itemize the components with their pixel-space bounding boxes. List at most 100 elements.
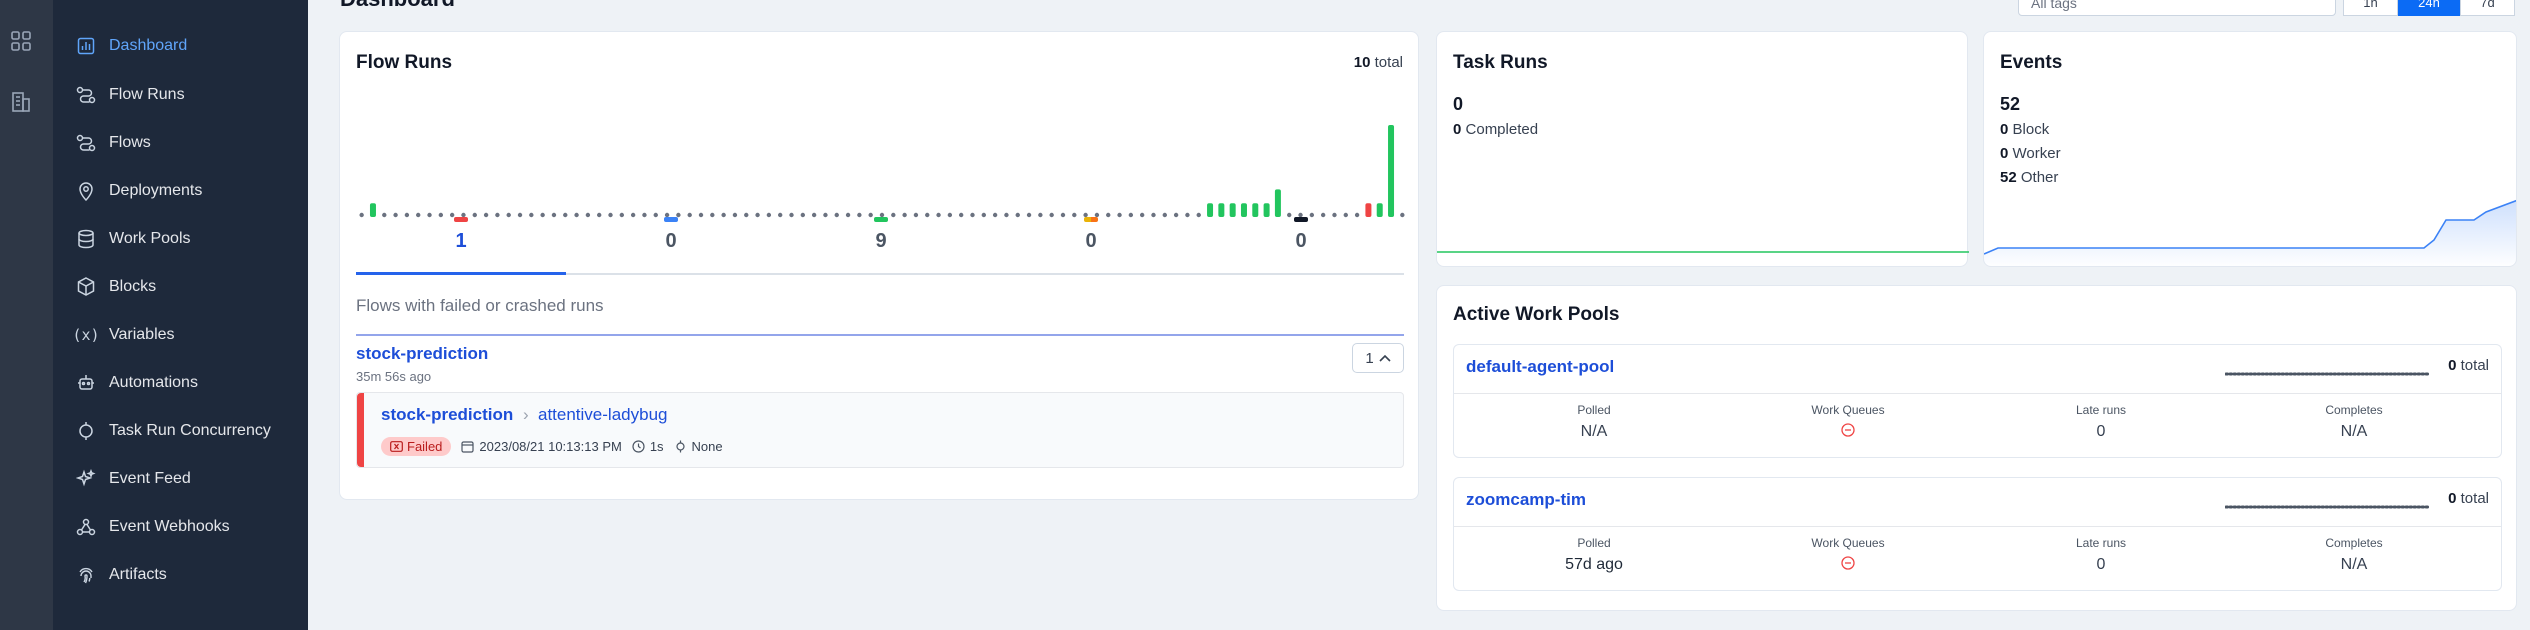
flow-last-run-time: 35m 56s ago [356, 369, 432, 384]
warning-circle-icon [1748, 556, 1948, 575]
sidebar-item-label: Blocks [109, 278, 157, 295]
pool-late-runs: Late runs 0 [2075, 403, 2127, 440]
chevron-up-icon [1379, 354, 1391, 362]
pool-divider [1454, 393, 2501, 394]
sidebar-item-flow-runs[interactable]: Flow Runs [75, 77, 295, 113]
concurrency-icon [75, 420, 97, 442]
histogram-bar[interactable] [369, 203, 376, 217]
failed-x-icon [390, 441, 403, 452]
flow-run-row[interactable]: stock-prediction › attentive-ladybug Fai… [356, 392, 1404, 468]
work-pools-card: Active Work Pools default-agent-pool 0 t… [1436, 285, 2517, 611]
building-icon[interactable] [10, 91, 32, 113]
histogram-bar[interactable] [1365, 203, 1372, 217]
pool-activity-dots [2225, 505, 2429, 509]
database-icon [75, 228, 97, 250]
flow-link[interactable]: stock-prediction [356, 344, 488, 364]
sidebar-item-label: Event Feed [109, 470, 191, 487]
sidebar-item-dashboard[interactable]: Dashboard [75, 28, 295, 64]
tab-running[interactable]: 0 [566, 217, 776, 281]
pool-completes: Completes N/A [2325, 536, 2383, 573]
expand-runs-button[interactable]: 1 [1352, 343, 1404, 373]
pool-polled: Polled 57d ago [1565, 536, 1623, 573]
failed-state-mark [454, 217, 468, 222]
histogram-bar[interactable] [1252, 203, 1259, 217]
failed-count: 1 [455, 230, 467, 252]
flow-runs-icon [75, 84, 97, 106]
location-pin-icon [75, 180, 97, 202]
histogram-bar[interactable] [1274, 189, 1281, 217]
histogram-bar[interactable] [1376, 203, 1383, 217]
range-1h-button[interactable]: 1h [2343, 0, 2398, 16]
work-pool-total: 0 total [2448, 490, 2489, 507]
sidebar-item-variables[interactable]: (x) Variables [72, 317, 295, 353]
range-24h-button[interactable]: 24h [2398, 0, 2460, 16]
robot-icon [75, 372, 97, 394]
events-total: 52 [2000, 94, 2021, 114]
tab-completed[interactable]: 9 [776, 217, 986, 281]
pool-late-runs: Late runs 0 [2075, 536, 2127, 573]
range-7d-button[interactable]: 7d [2460, 0, 2515, 16]
flow-runs-title: Flow Runs [356, 52, 453, 73]
work-pool-card: zoomcamp-tim 0 total Polled 57d ago Work … [1453, 477, 2502, 591]
histogram-bar[interactable] [1388, 125, 1395, 217]
fingerprint-icon [75, 564, 97, 586]
sidebar-item-task-run-concurrency[interactable]: Task Run Concurrency [75, 413, 295, 449]
sidebar-item-event-feed[interactable]: Event Feed [75, 461, 295, 497]
histogram-bar[interactable] [1207, 203, 1214, 217]
histogram-bar[interactable] [1229, 203, 1236, 217]
dashboard-icon [75, 35, 97, 57]
tab-cancelled[interactable]: 0 [1196, 217, 1406, 281]
sidebar-item-label: Event Webhooks [109, 518, 230, 535]
run-duration: 1s [632, 439, 664, 454]
tag-filter-select[interactable]: All tags [2018, 0, 2336, 16]
grid-icon[interactable] [10, 30, 32, 52]
events-card: Events 52 0 Block 0 Worker 52 Other [1983, 31, 2517, 267]
flows-icon [75, 132, 97, 154]
run-name-link[interactable]: attentive-ladybug [538, 405, 667, 425]
calendar-icon [461, 441, 475, 453]
sidebar-item-deployments[interactable]: Deployments [75, 173, 295, 209]
completed-state-mark [874, 217, 888, 222]
run-flow-link[interactable]: stock-prediction [381, 405, 513, 425]
sidebar-item-label: Work Pools [109, 230, 191, 247]
runs-count: 1 [1365, 349, 1374, 367]
histogram-bar[interactable] [1263, 203, 1270, 217]
sidebar-item-label: Flow Runs [109, 86, 185, 103]
failed-flows-divider [356, 334, 1404, 336]
work-pool-card: default-agent-pool 0 total Polled N/A Wor… [1453, 344, 2502, 458]
sidebar-item-flows[interactable]: Flows [75, 125, 295, 161]
active-tab-indicator [356, 272, 566, 275]
icon-rail [0, 0, 53, 630]
time-range-group: 1h 24h 7d [2343, 0, 2515, 16]
task-runs-completed: 0 Completed [1453, 121, 1539, 138]
flow-runs-card: Flow Runs 10 total 1 0 9 0 0 Flows with … [339, 31, 1419, 500]
sidebar-item-artifacts[interactable]: Artifacts [75, 557, 295, 593]
task-runs-sparkline [1437, 251, 1969, 253]
sidebar-item-label: Task Run Concurrency [109, 422, 271, 439]
sidebar-item-work-pools[interactable]: Work Pools [75, 221, 295, 257]
work-pool-link[interactable]: zoomcamp-tim [1466, 490, 1586, 510]
histogram-bar[interactable] [1218, 203, 1225, 217]
running-state-mark [664, 217, 678, 222]
histogram-bar[interactable] [1240, 203, 1247, 217]
sidebar-item-blocks[interactable]: Blocks [75, 269, 295, 305]
sidebar-item-label: Variables [109, 326, 175, 343]
pool-work-queues: Work Queues [1748, 403, 1948, 442]
run-tags: None [674, 439, 723, 454]
work-pool-link[interactable]: default-agent-pool [1466, 357, 1614, 377]
work-pool-total: 0 total [2448, 357, 2489, 374]
events-title: Events [2000, 52, 2063, 73]
cancelled-count: 0 [1295, 230, 1307, 252]
pool-polled: Polled N/A [1577, 403, 1611, 440]
pool-completes: Completes N/A [2325, 403, 2383, 440]
pool-work-queues: Work Queues [1748, 536, 1948, 575]
sparkles-icon [75, 468, 97, 490]
status-badge: Failed [381, 437, 452, 456]
tab-scheduled[interactable]: 0 [986, 217, 1196, 281]
events-worker: 0 Worker [2000, 145, 2061, 162]
pool-divider [1454, 526, 2501, 527]
sidebar-item-automations[interactable]: Automations [75, 365, 295, 401]
webhook-icon [75, 516, 97, 538]
sidebar-item-event-webhooks[interactable]: Event Webhooks [75, 509, 295, 545]
failed-flows-heading: Flows with failed or crashed runs [356, 296, 604, 315]
